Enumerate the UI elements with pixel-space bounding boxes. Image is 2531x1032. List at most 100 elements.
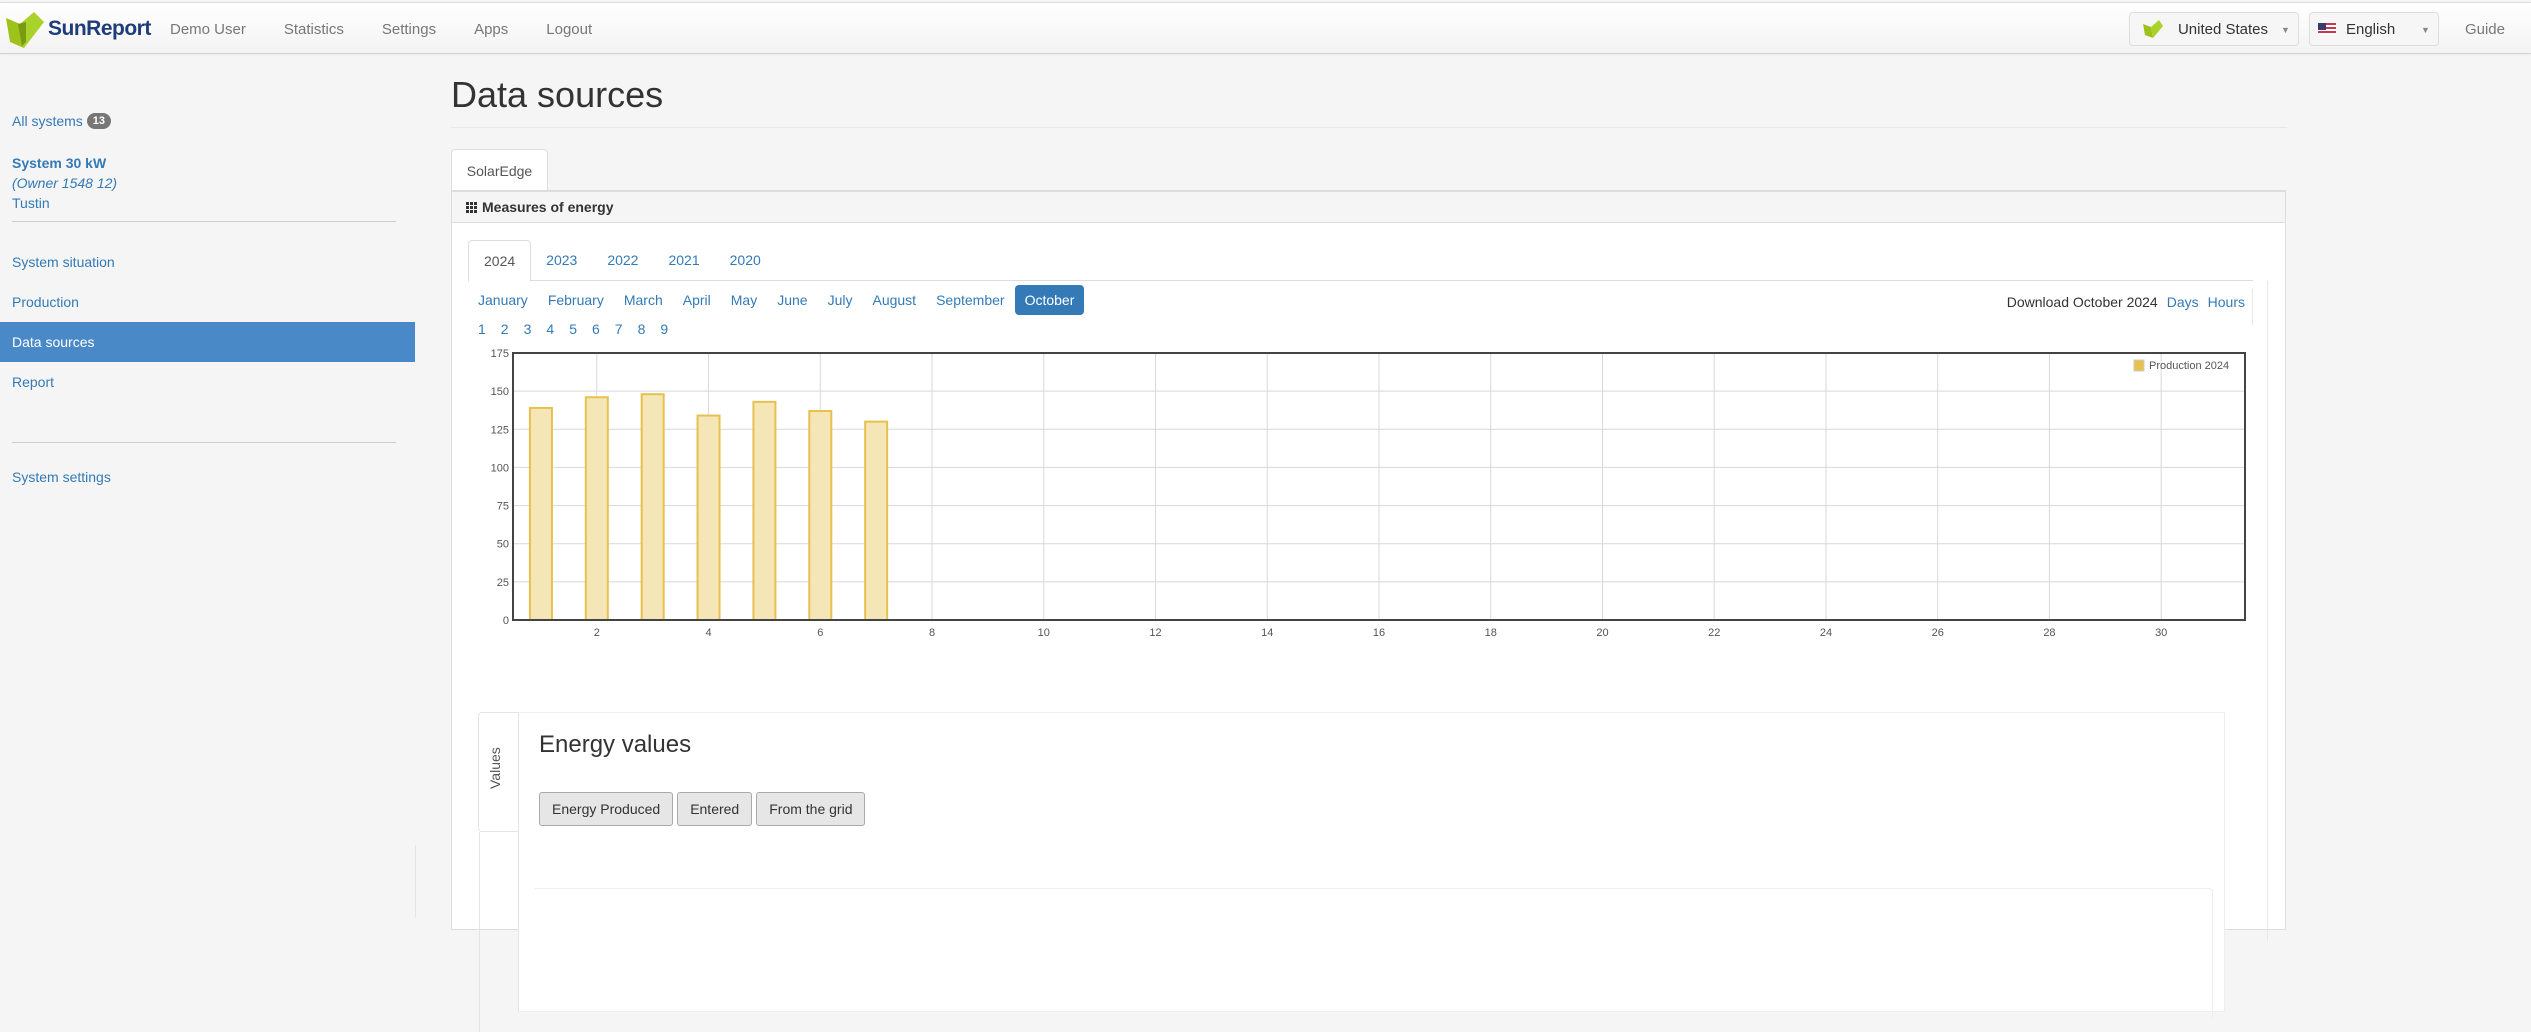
measures-panel: Measures of energy 2024 2023 2022 2021 2… <box>451 190 2286 1032</box>
sidebar-item-production[interactable]: Production <box>0 282 415 322</box>
panel-title: Measures of energy <box>482 199 614 215</box>
day-links: 1 2 3 4 5 6 7 8 9 <box>478 321 683 337</box>
bar <box>752 400 777 621</box>
day-link[interactable]: 4 <box>546 321 554 337</box>
divider <box>2252 289 2253 325</box>
guide-link[interactable]: Guide <box>2465 21 2505 38</box>
brand-name: SunReport <box>48 17 151 40</box>
day-link[interactable]: 9 <box>660 321 668 337</box>
day-link[interactable]: 8 <box>638 321 646 337</box>
sidebar-item-report[interactable]: Report <box>0 362 415 402</box>
tab-year-2023[interactable]: 2023 <box>531 240 592 281</box>
bar <box>808 409 833 621</box>
energy-values-content <box>535 888 2213 1018</box>
page-title: Data sources <box>451 74 664 115</box>
country-select[interactable]: United States ▼ <box>2128 12 2299 46</box>
day-link[interactable]: 7 <box>615 321 623 337</box>
x-tick-label: 16 <box>1373 627 1385 639</box>
month-may[interactable]: May <box>721 285 767 315</box>
y-tick-label: 175 <box>491 348 509 360</box>
month-june[interactable]: June <box>767 285 817 315</box>
brand-logo-link[interactable]: SunReport <box>4 7 151 51</box>
download-hours-link[interactable]: Hours <box>2208 294 2245 310</box>
sidebar-item-system-situation[interactable]: System situation <box>0 242 415 282</box>
month-march[interactable]: March <box>614 285 673 315</box>
from-grid-button[interactable]: From the grid <box>756 792 866 826</box>
day-link[interactable]: 2 <box>501 321 509 337</box>
nav-apps[interactable]: Apps <box>474 21 508 38</box>
sidebar-divider <box>12 221 396 222</box>
bar <box>528 406 553 621</box>
energy-produced-button[interactable]: Energy Produced <box>539 792 674 826</box>
production-chart: 0 25 50 75 100 125 150 175 2 4 6 8 10 12 14 16 18 20 22 24 2… <box>468 343 2268 663</box>
entered-button[interactable]: Entered <box>677 792 753 826</box>
download-days-link[interactable]: Days <box>2167 294 2199 310</box>
year-tab-content: January February March April May June Ju… <box>468 281 2268 1032</box>
day-link[interactable]: 1 <box>478 321 486 337</box>
sidebar-item-system-settings[interactable]: System settings <box>12 469 111 485</box>
y-tick-label: 25 <box>497 577 509 589</box>
month-pills: January February March April May June Ju… <box>468 285 1085 315</box>
top-navbar: SunReport Demo User Statistics Settings … <box>0 2 2531 54</box>
x-tick-label: 14 <box>1261 627 1273 639</box>
x-tick-label: 8 <box>929 627 935 639</box>
energy-values-title: Energy values <box>539 731 692 758</box>
day-link[interactable]: 5 <box>569 321 577 337</box>
month-july[interactable]: July <box>818 285 863 315</box>
month-january[interactable]: January <box>468 285 538 315</box>
sidebar-item-data-sources[interactable]: Data sources <box>0 322 415 362</box>
month-august[interactable]: August <box>862 285 926 315</box>
x-tick-label: 26 <box>1932 627 1944 639</box>
grid-icon <box>466 201 477 213</box>
month-april[interactable]: April <box>673 285 721 315</box>
nav-logout[interactable]: Logout <box>546 21 592 38</box>
all-systems-link[interactable]: All systems 13 <box>12 113 112 129</box>
nav-settings[interactable]: Settings <box>382 21 436 38</box>
y-tick-label: 125 <box>491 424 509 436</box>
nav-statistics[interactable]: Statistics <box>284 21 344 38</box>
sunreport-logo-icon <box>6 12 44 48</box>
values-tab-label: Values <box>487 747 503 789</box>
tab-solaredge[interactable]: SolarEdge <box>451 149 548 191</box>
bar <box>640 393 665 621</box>
systems-count-badge: 13 <box>86 113 112 129</box>
nav-demo-user[interactable]: Demo User <box>170 21 246 38</box>
language-select-value: English <box>2345 20 2396 38</box>
system-owner: (Owner 1548 12) <box>12 175 118 191</box>
tab-year-2022[interactable]: 2022 <box>592 240 653 281</box>
y-tick-label: 150 <box>491 386 509 398</box>
x-tick-label: 6 <box>817 627 823 639</box>
nav-right: United States ▼ English ▼ Guide <box>2128 3 2531 55</box>
x-tick-label: 12 <box>1149 627 1161 639</box>
day-link[interactable]: 3 <box>524 321 532 337</box>
day-link[interactable]: 6 <box>592 321 600 337</box>
x-tick-label: 28 <box>2043 627 2055 639</box>
system-info: System 30 kW (Owner 1548 12) Tustin <box>12 153 117 213</box>
tab-values[interactable]: Values <box>478 712 519 832</box>
system-name[interactable]: System 30 kW <box>12 153 117 173</box>
x-tick-label: 30 <box>2155 627 2167 639</box>
tab-year-2020[interactable]: 2020 <box>715 240 776 281</box>
month-september[interactable]: September <box>926 285 1014 315</box>
month-february[interactable]: February <box>538 285 614 315</box>
download-links: Download October 2024 Days Hours <box>2007 294 2245 310</box>
x-tick-label: 24 <box>1820 627 1832 639</box>
x-tick-label: 2 <box>594 627 600 639</box>
y-tick-label: 50 <box>497 539 509 551</box>
month-october[interactable]: October <box>1014 285 1085 315</box>
tab-year-2024[interactable]: 2024 <box>468 240 532 282</box>
x-tick-label: 10 <box>1038 627 1050 639</box>
y-tick-label: 75 <box>497 501 509 513</box>
tab-year-2021[interactable]: 2021 <box>653 240 714 281</box>
chevron-down-icon: ▼ <box>2281 25 2290 35</box>
title-divider <box>451 127 2287 128</box>
leaf-icon <box>2142 20 2163 38</box>
x-tick-label: 18 <box>1485 627 1497 639</box>
legend-label: Production 2024 <box>2149 360 2229 372</box>
sidebar-divider <box>12 442 396 443</box>
bar <box>584 396 609 622</box>
language-select[interactable]: English ▼ <box>2308 12 2439 46</box>
download-label: Download October 2024 <box>2006 294 2158 310</box>
bar <box>864 420 889 621</box>
x-tick-label: 20 <box>1596 627 1608 639</box>
